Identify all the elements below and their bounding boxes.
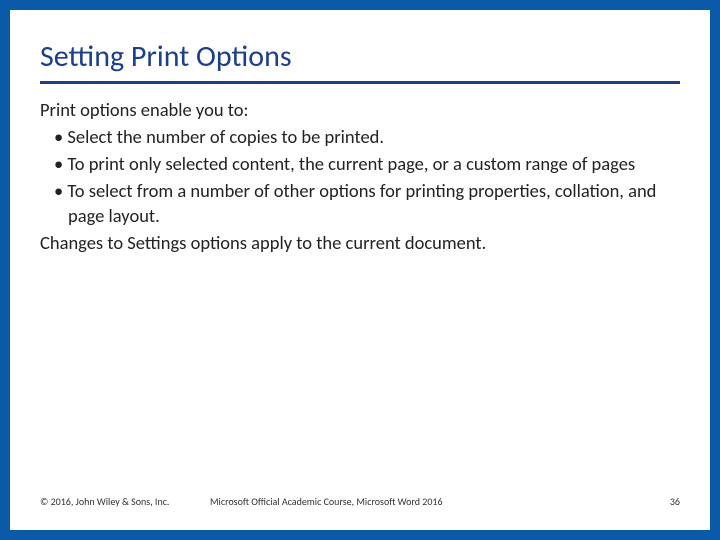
slide-body: Print options enable you to: Select the … (40, 98, 680, 485)
page-number: 36 (640, 495, 680, 508)
course-text: Microsoft Official Academic Course, Micr… (210, 495, 640, 508)
list-item: Select the number of copies to be printe… (40, 125, 680, 150)
list-item: To select from a number of other options… (40, 179, 680, 229)
copyright-text: © 2016, John Wiley & Sons, Inc. (40, 495, 210, 508)
slide-title: Setting Print Options (40, 38, 680, 84)
bullet-list: Select the number of copies to be printe… (40, 125, 680, 229)
list-item: To print only selected content, the curr… (40, 152, 680, 177)
slide-footer: © 2016, John Wiley & Sons, Inc. Microsof… (40, 495, 680, 508)
slide: Setting Print Options Print options enab… (10, 10, 710, 530)
intro-text: Print options enable you to: (40, 98, 680, 123)
closing-text: Changes to Settings options apply to the… (40, 231, 680, 256)
